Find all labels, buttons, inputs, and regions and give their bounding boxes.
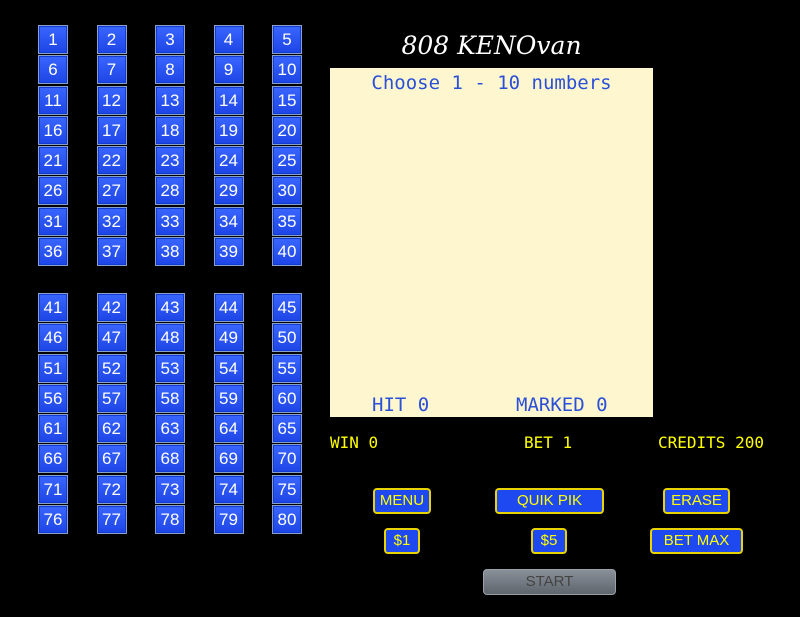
keno-number-11[interactable]: 11 — [38, 85, 68, 115]
keno-number-2[interactable]: 2 — [96, 25, 127, 54]
keno-number-21[interactable]: 21 — [38, 146, 68, 175]
keno-number-61[interactable]: 61 — [38, 414, 68, 443]
keno-number-7[interactable]: 7 — [96, 55, 127, 85]
keno-number-12[interactable]: 12 — [96, 85, 127, 115]
keno-number-67[interactable]: 67 — [96, 444, 127, 474]
keno-number-46[interactable]: 46 — [38, 323, 68, 353]
keno-number-6[interactable]: 6 — [38, 55, 68, 85]
keno-number-64[interactable]: 64 — [213, 414, 244, 443]
keno-number-60[interactable]: 60 — [272, 383, 302, 413]
keno-number-4[interactable]: 4 — [213, 25, 244, 54]
keno-board: Choose 1 - 10 numbers HIT 0 MARKED 0 — [330, 68, 653, 417]
keno-number-65[interactable]: 65 — [272, 414, 302, 443]
start-button[interactable]: START — [483, 569, 616, 595]
instruction-text: Choose 1 - 10 numbers — [371, 72, 612, 94]
keno-number-62[interactable]: 62 — [96, 414, 127, 443]
keno-number-50[interactable]: 50 — [272, 323, 302, 353]
keno-number-10[interactable]: 10 — [272, 55, 302, 85]
keno-number-53[interactable]: 53 — [155, 353, 185, 383]
keno-number-17[interactable]: 17 — [96, 115, 127, 145]
keno-number-68[interactable]: 68 — [155, 444, 185, 474]
keno-number-22[interactable]: 22 — [96, 146, 127, 175]
keno-number-13[interactable]: 13 — [155, 85, 185, 115]
keno-number-1[interactable]: 1 — [38, 25, 68, 54]
keno-number-31[interactable]: 31 — [38, 206, 68, 236]
keno-number-69[interactable]: 69 — [213, 444, 244, 474]
keno-number-41[interactable]: 41 — [38, 293, 68, 322]
keno-number-77[interactable]: 77 — [96, 504, 127, 534]
keno-number-24[interactable]: 24 — [213, 146, 244, 175]
bet-max-button[interactable]: BET MAX — [650, 528, 743, 554]
keno-number-8[interactable]: 8 — [155, 55, 185, 85]
keno-number-78[interactable]: 78 — [155, 504, 185, 534]
keno-number-66[interactable]: 66 — [38, 444, 68, 474]
menu-button[interactable]: MENU — [373, 488, 431, 514]
keno-number-76[interactable]: 76 — [38, 504, 68, 534]
keno-number-16[interactable]: 16 — [38, 115, 68, 145]
keno-number-18[interactable]: 18 — [155, 115, 185, 145]
keno-number-79[interactable]: 79 — [213, 504, 244, 534]
keno-number-5[interactable]: 5 — [272, 25, 302, 54]
keno-number-3[interactable]: 3 — [155, 25, 185, 54]
keno-number-34[interactable]: 34 — [213, 206, 244, 236]
marked-count: MARKED 0 — [516, 394, 608, 416]
number-grid-bottom: 41 42 43 44 45 46 47 48 49 50 51 52 53 54 55 56 57 58 59 60… — [38, 293, 303, 535]
keno-number-57[interactable]: 57 — [96, 383, 127, 413]
bet-display: BET 1 — [524, 433, 573, 452]
credits-display: CREDITS 200 — [658, 433, 764, 452]
keno-number-48[interactable]: 48 — [155, 323, 185, 353]
keno-number-28[interactable]: 28 — [155, 176, 185, 206]
keno-number-20[interactable]: 20 — [272, 115, 302, 145]
hit-count: HIT 0 — [372, 394, 430, 416]
keno-number-40[interactable]: 40 — [272, 236, 302, 266]
keno-number-74[interactable]: 74 — [213, 474, 244, 504]
keno-number-38[interactable]: 38 — [155, 236, 185, 266]
keno-number-49[interactable]: 49 — [213, 323, 244, 353]
keno-number-15[interactable]: 15 — [272, 85, 302, 115]
number-grid-top: 1 2 3 4 5 6 7 8 9 10 11 12 13 14 15 16 17 18 19 20 21 22 23 24 2… — [38, 25, 303, 267]
keno-number-75[interactable]: 75 — [272, 474, 302, 504]
keno-number-70[interactable]: 70 — [272, 444, 302, 474]
keno-number-39[interactable]: 39 — [213, 236, 244, 266]
keno-number-27[interactable]: 27 — [96, 176, 127, 206]
keno-number-19[interactable]: 19 — [213, 115, 244, 145]
keno-number-59[interactable]: 59 — [213, 383, 244, 413]
keno-number-72[interactable]: 72 — [96, 474, 127, 504]
keno-number-29[interactable]: 29 — [213, 176, 244, 206]
keno-number-42[interactable]: 42 — [96, 293, 127, 322]
keno-number-51[interactable]: 51 — [38, 353, 68, 383]
keno-number-36[interactable]: 36 — [38, 236, 68, 266]
keno-number-54[interactable]: 54 — [213, 353, 244, 383]
win-display: WIN 0 — [330, 433, 379, 452]
keno-number-58[interactable]: 58 — [155, 383, 185, 413]
keno-number-80[interactable]: 80 — [272, 504, 302, 534]
game-title: 808 KENOvan — [401, 31, 582, 60]
bet-1-dollar-button[interactable]: $1 — [384, 528, 420, 554]
keno-number-52[interactable]: 52 — [96, 353, 127, 383]
quik-pik-button[interactable]: QUIK PIK — [495, 488, 604, 514]
keno-number-43[interactable]: 43 — [155, 293, 185, 322]
keno-number-25[interactable]: 25 — [272, 146, 302, 175]
keno-number-14[interactable]: 14 — [213, 85, 244, 115]
bet-5-dollar-button[interactable]: $5 — [531, 528, 567, 554]
keno-number-56[interactable]: 56 — [38, 383, 68, 413]
keno-number-73[interactable]: 73 — [155, 474, 185, 504]
keno-number-30[interactable]: 30 — [272, 176, 302, 206]
keno-number-71[interactable]: 71 — [38, 474, 68, 504]
keno-number-32[interactable]: 32 — [96, 206, 127, 236]
keno-number-35[interactable]: 35 — [272, 206, 302, 236]
keno-number-55[interactable]: 55 — [272, 353, 302, 383]
keno-number-9[interactable]: 9 — [213, 55, 244, 85]
keno-number-37[interactable]: 37 — [96, 236, 127, 266]
keno-number-47[interactable]: 47 — [96, 323, 127, 353]
keno-number-45[interactable]: 45 — [272, 293, 302, 322]
keno-number-26[interactable]: 26 — [38, 176, 68, 206]
keno-number-63[interactable]: 63 — [155, 414, 185, 443]
erase-button[interactable]: ERASE — [663, 488, 730, 514]
keno-number-23[interactable]: 23 — [155, 146, 185, 175]
keno-number-33[interactable]: 33 — [155, 206, 185, 236]
keno-number-44[interactable]: 44 — [213, 293, 244, 322]
